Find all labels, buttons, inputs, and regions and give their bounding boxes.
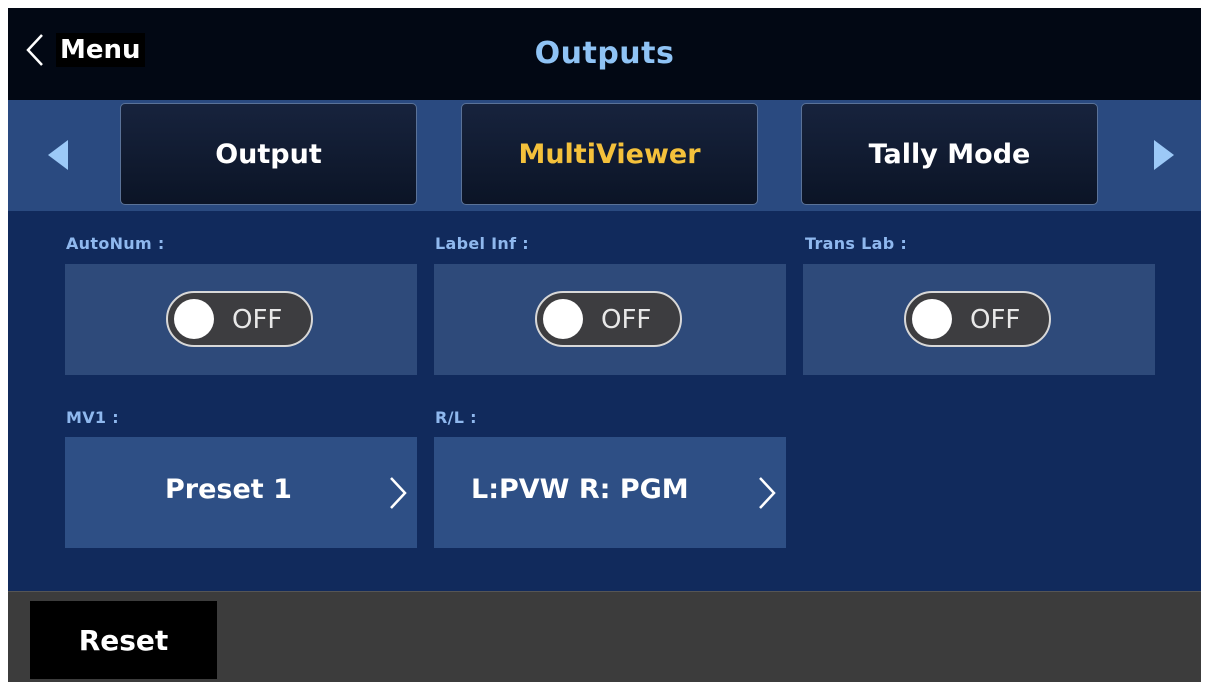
prev-tab-button[interactable] xyxy=(44,137,74,173)
tab-multiviewer[interactable]: MultiViewer xyxy=(461,103,758,205)
chevron-right-icon xyxy=(756,475,778,511)
triangle-left-icon xyxy=(48,140,68,170)
rl-select[interactable]: L:PVW R: PGM xyxy=(434,437,786,548)
mv1-label: MV1 : xyxy=(66,408,119,427)
tab-output[interactable]: Output xyxy=(120,103,417,205)
outputs-screen: Menu Outputs Output MultiViewer Tally Mo… xyxy=(8,8,1201,682)
header-bar: Menu Outputs xyxy=(8,8,1201,100)
toggle-state: OFF xyxy=(601,305,652,335)
toggle-state: OFF xyxy=(232,305,283,335)
chevron-right-icon xyxy=(387,475,409,511)
label-inf-field: OFF xyxy=(434,264,786,375)
label-inf-toggle[interactable]: OFF xyxy=(535,291,682,347)
page-title: Outputs xyxy=(534,36,675,71)
reset-button[interactable]: Reset xyxy=(30,601,217,679)
tab-tally-mode[interactable]: Tally Mode xyxy=(801,103,1098,205)
rl-value: L:PVW R: PGM xyxy=(471,474,689,505)
toggle-knob xyxy=(543,299,583,339)
rl-label: R/L : xyxy=(435,408,477,427)
toggle-knob xyxy=(174,299,214,339)
toggle-knob xyxy=(912,299,952,339)
trans-lab-field: OFF xyxy=(803,264,1155,375)
autonum-toggle[interactable]: OFF xyxy=(166,291,313,347)
triangle-right-icon xyxy=(1154,140,1174,170)
trans-lab-label: Trans Lab : xyxy=(805,234,908,253)
label-inf-label: Label Inf : xyxy=(435,234,529,253)
settings-panel: AutoNum : OFF Label Inf : OFF Trans Lab … xyxy=(8,211,1201,591)
autonum-label: AutoNum : xyxy=(66,234,165,253)
tab-bar: Output MultiViewer Tally Mode xyxy=(8,100,1201,211)
next-tab-button[interactable] xyxy=(1148,137,1178,173)
autonum-field: OFF xyxy=(65,264,417,375)
mv1-value: Preset 1 xyxy=(165,474,292,505)
trans-lab-toggle[interactable]: OFF xyxy=(904,291,1051,347)
toggle-state: OFF xyxy=(970,305,1021,335)
mv1-select[interactable]: Preset 1 xyxy=(65,437,417,548)
footer-bar: Reset xyxy=(8,591,1201,682)
